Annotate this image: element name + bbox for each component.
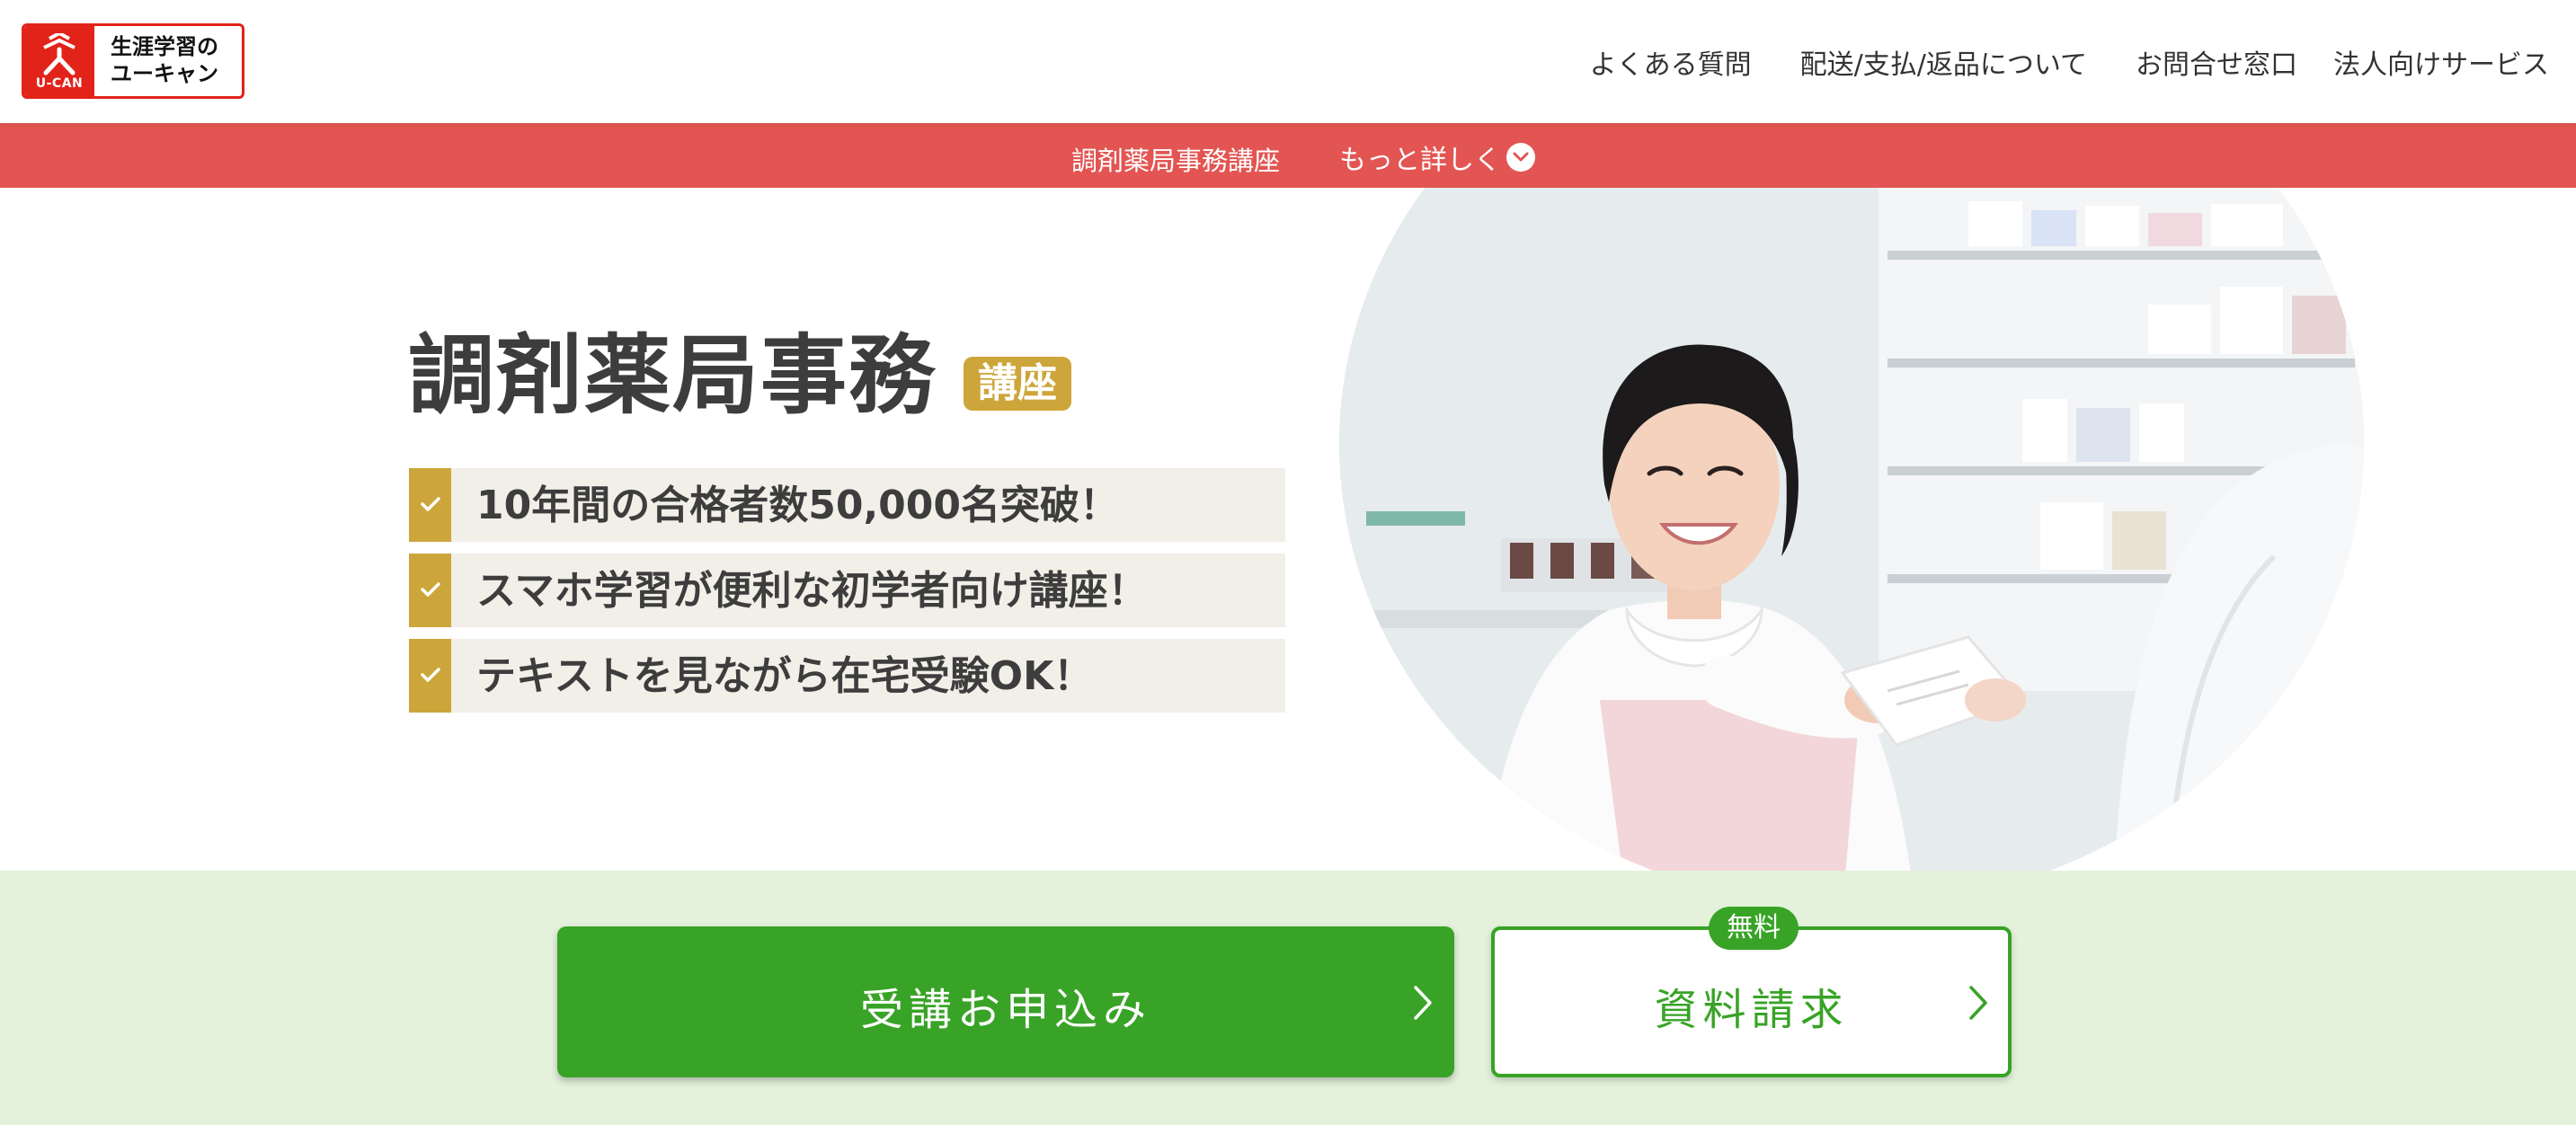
feature-point: 10年間の合格者数50,000名突破！ — [409, 468, 1285, 542]
course-badge: 講座 — [964, 357, 1071, 411]
site-header: U-CAN 生涯学習の ユーキャン よくある質問 配送/支払/返品について お問… — [0, 0, 2576, 123]
logo-brand-line1: 生涯学習の — [111, 34, 218, 59]
hero-photo — [1339, 188, 2364, 871]
feature-points: 10年間の合格者数50,000名突破！ スマホ学習が便利な初学者向け講座！ テキ… — [409, 468, 1285, 724]
free-badge: 無料 — [1709, 907, 1799, 950]
subbar-course-title: 調剤薬局事務講座 — [1071, 146, 1281, 176]
pharmacist-illustration — [1339, 188, 2364, 871]
feature-point: テキストを見ながら在宅受験OK！ — [409, 639, 1285, 713]
chevron-right-icon — [1969, 986, 1987, 1020]
feature-point: スマホ学習が便利な初学者向け講座！ — [409, 554, 1285, 627]
logo-brand-line2: ユーキャン — [111, 61, 218, 86]
feature-point-text: スマホ学習が便利な初学者向け講座！ — [476, 568, 1148, 614]
hero-section: 調剤薬局事務 講座 10年間の合格者数50,000名突破！ スマホ学習が便利な初… — [0, 188, 2576, 871]
apply-course-button[interactable]: 受講お申込み — [557, 926, 1454, 1077]
request-brochure-label: 資料請求 — [1654, 985, 1849, 1035]
check-icon — [409, 468, 451, 542]
course-title: 調剤薬局事務 — [408, 325, 937, 426]
feature-point-text: テキストを見ながら在宅受験OK！ — [476, 653, 1094, 699]
nav-faq[interactable]: よくある質問 — [1590, 42, 1752, 82]
request-brochure-button[interactable]: 無料 資料請求 — [1491, 907, 2012, 1077]
header-nav: よくある質問 配送/支払/返品について お問合せ窓口 法人向けサービス — [1541, 42, 2549, 82]
feature-point-text: 10年間の合格者数50,000名突破！ — [476, 483, 1120, 528]
apply-course-label: 受講お申込み — [859, 985, 1151, 1035]
nav-shipping-payment-returns[interactable]: 配送/支払/返品について — [1800, 42, 2087, 82]
nav-corporate-services[interactable]: 法人向けサービス — [2333, 42, 2549, 82]
more-details-label: もっと詳しく — [1339, 145, 1501, 176]
check-icon — [409, 639, 451, 713]
logo-mark-text: U-CAN — [35, 76, 84, 91]
cta-band: 受講お申込み 無料 資料請求 — [0, 871, 2576, 1125]
course-subbar: 調剤薬局事務講座 もっと詳しく — [0, 123, 2576, 188]
ucan-emblem-icon — [43, 33, 76, 75]
nav-contact[interactable]: お問合せ窓口 — [2136, 42, 2297, 82]
check-icon — [409, 554, 451, 627]
chevron-down-icon — [1506, 143, 1535, 172]
chevron-right-icon — [1414, 986, 1432, 1020]
ucan-logo-mark: U-CAN — [24, 26, 94, 96]
more-details-toggle[interactable]: もっと詳しく — [1339, 137, 1535, 177]
logo-brand-name: 生涯学習の ユーキャン — [111, 33, 236, 87]
ucan-logo[interactable]: U-CAN 生涯学習の ユーキャン — [22, 23, 244, 99]
